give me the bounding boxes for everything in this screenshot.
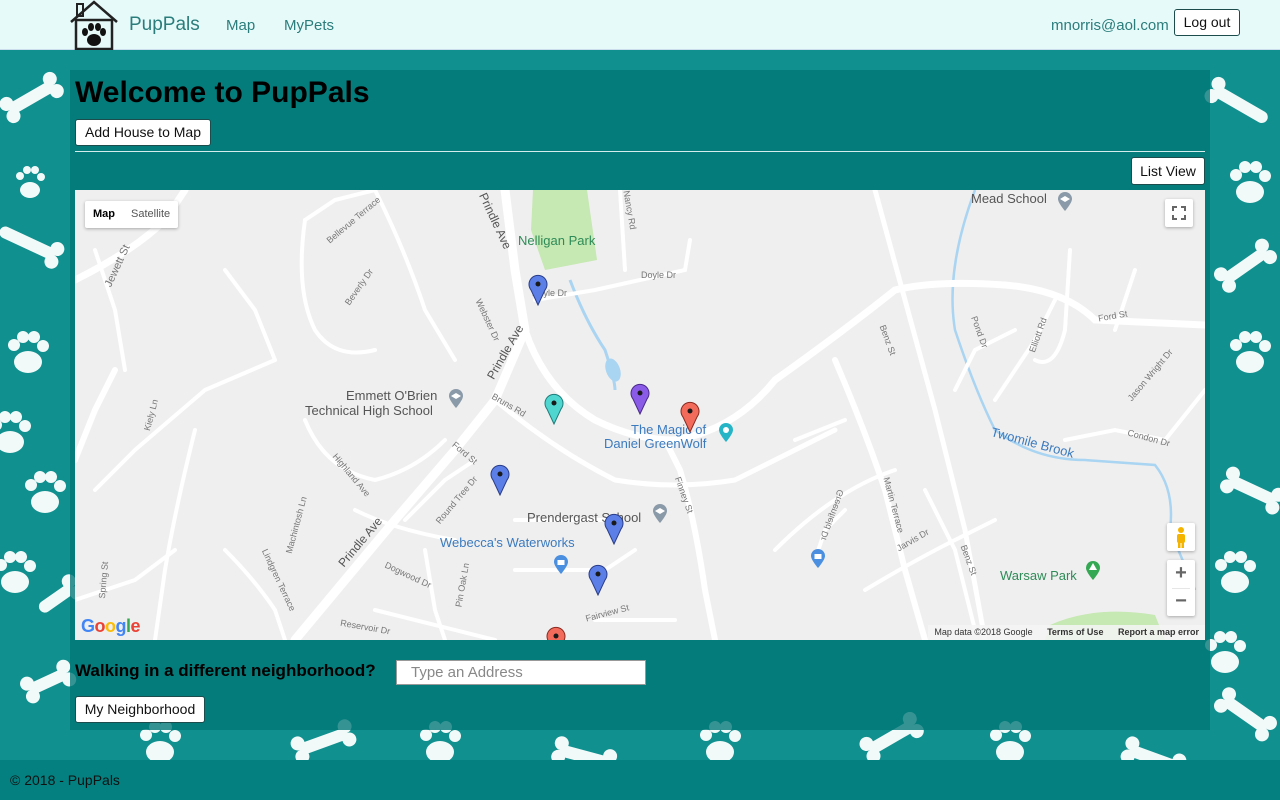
house-marker-teal-icon[interactable] bbox=[543, 393, 565, 425]
report-map-error-link[interactable]: Report a map error bbox=[1112, 625, 1205, 640]
different-neighborhood-label: Walking in a different neighborhood? bbox=[75, 661, 376, 680]
logout-button[interactable]: Log out bbox=[1174, 9, 1240, 36]
street-view-pegman[interactable] bbox=[1167, 523, 1195, 551]
shopping-pin-icon[interactable] bbox=[810, 548, 826, 568]
zoom-separator bbox=[1172, 588, 1190, 589]
park-pin-icon[interactable] bbox=[1085, 560, 1101, 580]
attraction-pin-icon[interactable] bbox=[718, 422, 734, 442]
page-title: Welcome to PupPals bbox=[75, 76, 370, 109]
brand-name[interactable]: PupPals bbox=[129, 14, 200, 36]
map-data-credit: Map data ©2018 Google bbox=[934, 627, 1033, 637]
map-label-warsaw-park[interactable]: Warsaw Park bbox=[1000, 568, 1077, 583]
add-house-button[interactable]: Add House to Map bbox=[75, 119, 211, 146]
my-neighborhood-button[interactable]: My Neighborhood bbox=[75, 696, 205, 723]
address-input[interactable] bbox=[396, 660, 646, 685]
pegman-icon bbox=[1177, 527, 1185, 548]
fullscreen-icon bbox=[1172, 206, 1186, 220]
shopping-pin-icon[interactable] bbox=[553, 554, 569, 574]
google-logo[interactable]: Google bbox=[81, 616, 141, 637]
nav-link-map[interactable]: Map bbox=[226, 17, 255, 34]
copyright-text: © 2018 - PupPals bbox=[10, 772, 120, 788]
map-label-magic-2[interactable]: Daniel GreenWolf bbox=[604, 436, 706, 451]
house-marker-blue-icon[interactable] bbox=[489, 464, 511, 496]
terms-of-use-link[interactable]: Terms of Use bbox=[1041, 625, 1109, 640]
house-marker-blue-icon[interactable] bbox=[527, 274, 549, 306]
map-label-webecca[interactable]: Webecca's Waterworks bbox=[440, 535, 575, 550]
house-marker-blue-icon[interactable] bbox=[587, 564, 609, 596]
nav-link-mypets[interactable]: MyPets bbox=[284, 17, 334, 34]
map-attribution: Map data ©2018 Google Terms of Use Repor… bbox=[928, 625, 1205, 640]
page-footer: © 2018 - PupPals bbox=[0, 760, 1280, 800]
zoom-out-button[interactable]: − bbox=[1167, 588, 1195, 616]
user-email[interactable]: mnorris@aol.com bbox=[1051, 17, 1169, 34]
house-marker-purple-icon[interactable] bbox=[629, 383, 651, 415]
divider bbox=[75, 151, 1205, 152]
map-label-emmett-2[interactable]: Technical High School bbox=[305, 403, 433, 418]
house-marker-red-icon[interactable] bbox=[679, 401, 701, 433]
map-label-mead-school[interactable]: Mead School bbox=[971, 191, 1047, 206]
map-type-map-button[interactable]: Map bbox=[85, 201, 123, 228]
map-type-control: Map Satellite bbox=[85, 201, 179, 228]
zoom-in-button[interactable]: + bbox=[1167, 560, 1195, 588]
list-view-button[interactable]: List View bbox=[1131, 157, 1205, 185]
house-marker-blue-icon[interactable] bbox=[603, 513, 625, 545]
map-canvas[interactable]: Nelligan Park Mead School Emmett O'Brien… bbox=[75, 190, 1205, 640]
school-pin-icon[interactable] bbox=[1057, 191, 1073, 211]
school-pin-icon[interactable] bbox=[652, 503, 668, 523]
school-pin-icon[interactable] bbox=[448, 388, 464, 408]
map-label-nelligan-park[interactable]: Nelligan Park bbox=[518, 233, 595, 248]
fullscreen-button[interactable] bbox=[1165, 199, 1193, 227]
street-doyle-dr-east: Doyle Dr bbox=[641, 270, 677, 280]
zoom-control: + − bbox=[1167, 560, 1195, 616]
map-label-emmett-1[interactable]: Emmett O'Brien bbox=[346, 388, 437, 403]
house-marker-red-icon[interactable] bbox=[545, 626, 567, 640]
house-paw-icon[interactable] bbox=[68, 0, 120, 51]
map-type-satellite-button[interactable]: Satellite bbox=[123, 201, 178, 228]
navbar: PupPals Map MyPets mnorris@aol.com Log o… bbox=[0, 0, 1280, 51]
